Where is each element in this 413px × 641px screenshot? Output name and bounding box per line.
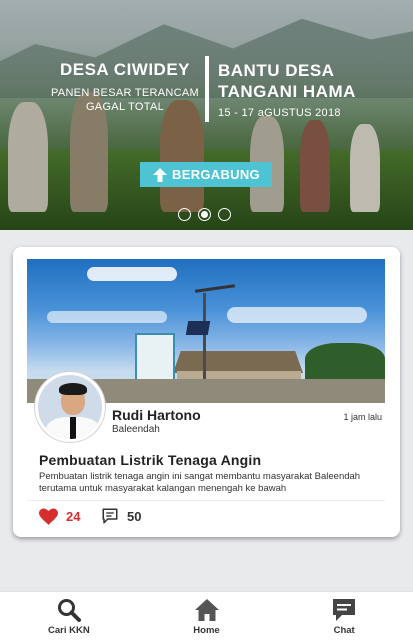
hero-right-caption: BANTU DESA TANGANI HAMA 15 - 17 aGUSTUS … xyxy=(218,60,378,119)
photo-trees xyxy=(305,343,385,383)
nav-item-chat[interactable]: Chat xyxy=(275,592,413,641)
home-icon xyxy=(194,599,219,621)
nav-label: Chat xyxy=(333,625,355,636)
avatar[interactable] xyxy=(35,372,105,442)
hero-left-caption: DESA CIWIDEY PANEN BESAR TERANCAM GAGAL … xyxy=(40,60,210,114)
post-title[interactable]: Pembuatan Listrik Tenaga Angin xyxy=(39,452,261,468)
carousel-dot[interactable] xyxy=(178,208,191,221)
hero-event-date: 15 - 17 aGUSTUS 2018 xyxy=(218,107,341,119)
avatar-hair xyxy=(59,383,87,395)
user-location: Baleendah xyxy=(112,424,160,435)
user-name[interactable]: Rudi Hartono xyxy=(112,407,201,423)
photo-turbine-pole xyxy=(203,293,206,381)
join-button[interactable]: BERGABUNG xyxy=(140,162,272,187)
carousel-dot-active[interactable] xyxy=(198,208,211,221)
chat-icon xyxy=(333,599,356,621)
post-description: Pembuatan listrik tenaga angin ini sanga… xyxy=(39,471,361,494)
nav-item-cari-kkn[interactable]: Cari KKN xyxy=(0,592,138,641)
arrow-up-icon xyxy=(153,167,168,182)
hero-right-title: BANTU DESA TANGANI HAMA xyxy=(218,61,356,101)
nav-item-home[interactable]: Home xyxy=(138,592,276,641)
comment-count: 50 xyxy=(127,508,142,524)
like-button[interactable]: 24 xyxy=(39,508,80,525)
card-divider xyxy=(27,500,385,501)
nav-label: Cari KKN xyxy=(47,625,90,636)
photo-cloud xyxy=(47,311,167,323)
carousel-dot[interactable] xyxy=(218,208,231,221)
post-card[interactable]: Rudi Hartono Baleendah 1 jam lalu Pembua… xyxy=(13,247,400,537)
nav-label: Home xyxy=(193,625,220,636)
comment-icon xyxy=(102,508,118,524)
comment-button[interactable]: 50 xyxy=(101,507,141,525)
photo-solar-panel xyxy=(185,321,211,335)
join-button-label: BERGABUNG xyxy=(172,167,260,182)
search-icon xyxy=(57,599,81,622)
carousel-indicator xyxy=(178,208,231,221)
hero-left-subtitle: PANEN BESAR TERANCAM GAGAL TOTAL xyxy=(50,87,199,113)
photo-roof xyxy=(173,351,303,373)
avatar-tie xyxy=(70,417,76,439)
heart-icon xyxy=(39,508,58,525)
post-time: 1 jam lalu xyxy=(343,412,382,422)
bottom-navigation: Cari KKN Home Chat xyxy=(0,591,413,641)
hero-left-title: DESA CIWIDEY xyxy=(59,60,191,79)
photo-cloud xyxy=(87,267,177,281)
photo-wind-turbine xyxy=(194,284,236,293)
hero-banner[interactable]: DESA CIWIDEY PANEN BESAR TERANCAM GAGAL … xyxy=(0,0,413,230)
hero-divider xyxy=(205,56,209,122)
photo-cloud xyxy=(227,307,367,323)
like-count: 24 xyxy=(66,509,81,524)
